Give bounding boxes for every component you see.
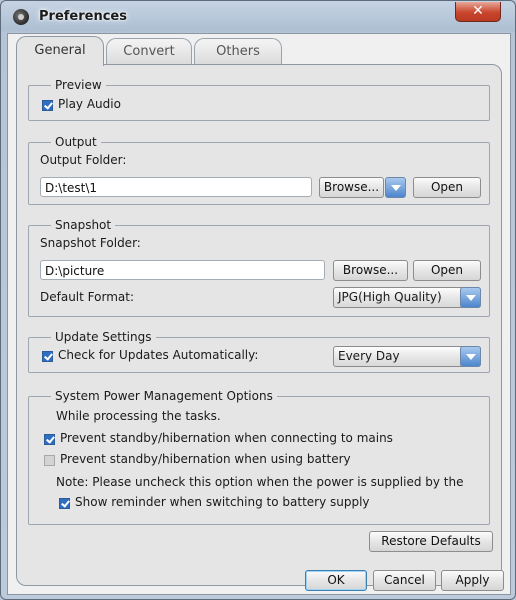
prevent-standby-mains-label: Prevent standby/hibernation when connect…: [60, 431, 393, 445]
dialog-body: General Convert Others Preview Play Audi…: [7, 33, 511, 595]
check-updates-checkbox[interactable]: [42, 351, 53, 362]
general-panel: Preview Play Audio Output Output Folder:…: [16, 64, 502, 586]
restore-defaults-button[interactable]: Restore Defaults: [369, 531, 493, 552]
tab-general[interactable]: General: [16, 36, 104, 66]
output-legend: Output: [55, 135, 97, 149]
window-title: Preferences: [39, 9, 127, 24]
battery-reminder-label: Show reminder when switching to battery …: [75, 495, 370, 509]
power-management-legend: System Power Management Options: [55, 389, 273, 403]
preferences-window: Preferences ✕ General Convert Others Pre…: [0, 0, 516, 600]
output-folder-label: Output Folder:: [40, 153, 127, 167]
output-browse-dropdown-icon[interactable]: [385, 177, 406, 198]
cancel-button[interactable]: Cancel: [373, 570, 436, 591]
tab-convert[interactable]: Convert: [106, 38, 192, 64]
battery-reminder-checkbox[interactable]: [59, 498, 70, 509]
play-audio-label: Play Audio: [58, 97, 121, 111]
output-open-button[interactable]: Open: [413, 177, 481, 198]
snapshot-legend: Snapshot: [55, 218, 112, 232]
title-bar: Preferences ✕: [1, 1, 515, 33]
preview-legend: Preview: [55, 78, 102, 92]
chevron-down-icon: [460, 287, 481, 308]
apply-button[interactable]: Apply: [441, 570, 504, 591]
snapshot-folder-input[interactable]: D:\picture: [40, 260, 325, 280]
default-format-select[interactable]: JPG(High Quality): [333, 287, 481, 308]
ok-button[interactable]: OK: [305, 570, 367, 591]
snapshot-browse-button[interactable]: Browse...: [333, 260, 408, 281]
snapshot-open-button[interactable]: Open: [413, 260, 481, 281]
close-button[interactable]: ✕: [455, 2, 501, 22]
default-format-label: Default Format:: [40, 290, 134, 304]
snapshot-folder-label: Snapshot Folder:: [40, 236, 141, 250]
tab-others[interactable]: Others: [194, 38, 282, 64]
check-updates-label: Check for Updates Automatically:: [58, 348, 259, 362]
app-icon: [13, 9, 29, 25]
play-audio-checkbox[interactable]: [42, 100, 53, 111]
prevent-standby-battery-label: Prevent standby/hibernation when using b…: [60, 452, 351, 466]
output-browse-button[interactable]: Browse...: [319, 177, 384, 198]
update-settings-legend: Update Settings: [55, 330, 152, 344]
chevron-down-icon: [460, 346, 481, 367]
output-folder-input[interactable]: D:\test\1: [40, 177, 312, 197]
update-frequency-select[interactable]: Every Day: [333, 346, 481, 367]
power-intro-text: While processing the tasks.: [56, 409, 221, 423]
default-format-value: JPG(High Quality): [338, 290, 442, 304]
power-note-text: Note: Please uncheck this option when th…: [56, 475, 464, 489]
update-frequency-value: Every Day: [338, 349, 400, 363]
prevent-standby-battery-checkbox[interactable]: [44, 455, 55, 466]
prevent-standby-mains-checkbox[interactable]: [44, 434, 55, 445]
